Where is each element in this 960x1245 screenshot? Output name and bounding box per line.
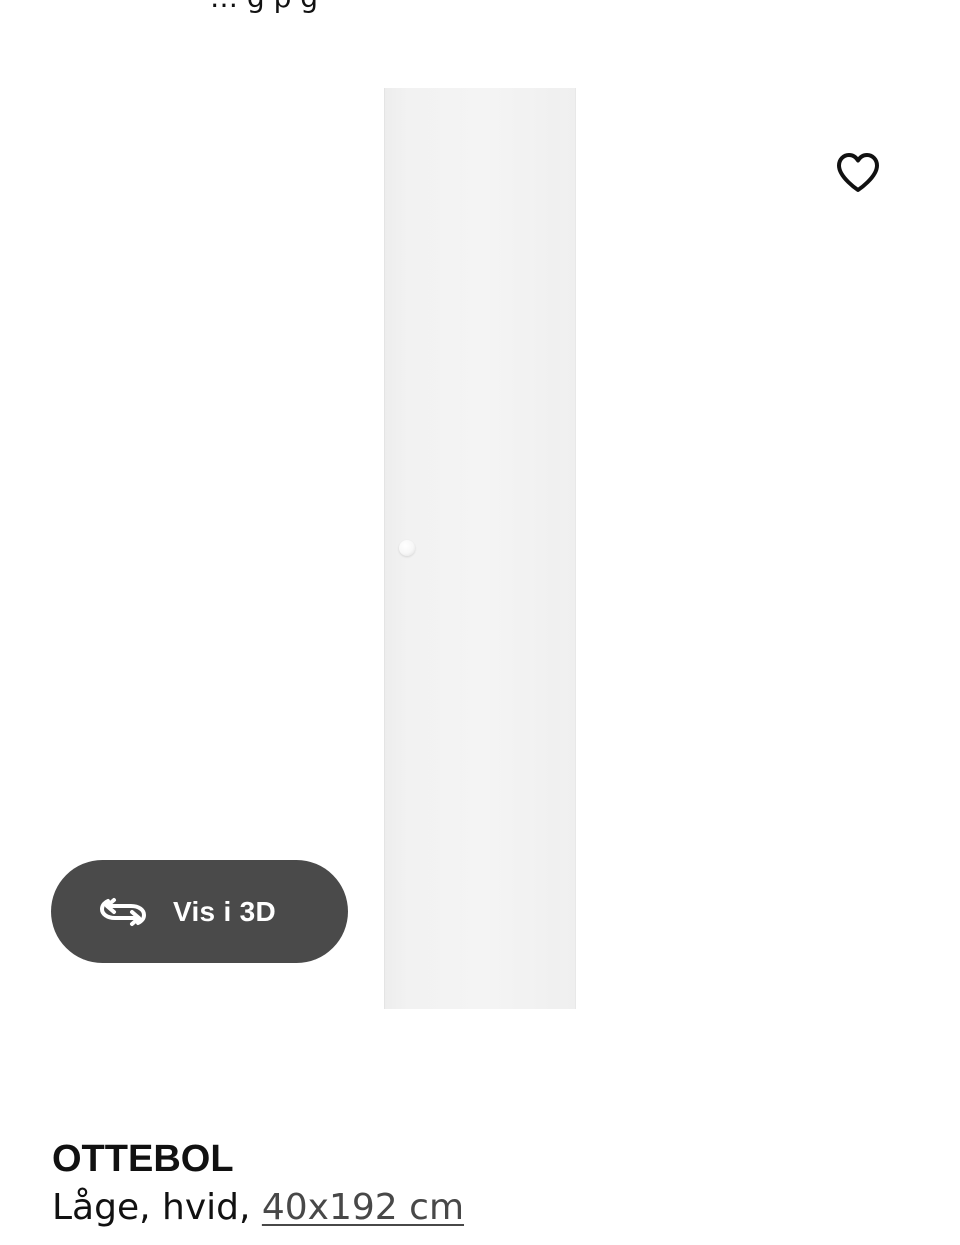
product-size-link[interactable]: 40x192 cm: [262, 1187, 464, 1228]
heart-outline-icon: [837, 153, 879, 192]
product-info: OTTEBOL Låge, hvid, 40x192 cm: [52, 1136, 464, 1234]
product-image[interactable]: [384, 88, 576, 1009]
product-description-line: Låge, hvid, 40x192 cm: [52, 1182, 464, 1234]
rotate-3d-icon: [99, 897, 147, 926]
product-description: Låge, hvid,: [52, 1187, 262, 1228]
product-name: OTTEBOL: [52, 1138, 234, 1180]
favourite-button[interactable]: [828, 144, 888, 200]
view-in-3d-label: Vis i 3D: [173, 895, 277, 927]
partial-header-text: … g p g: [210, 0, 318, 12]
door-knob: [399, 540, 415, 556]
view-in-3d-button[interactable]: Vis i 3D: [51, 860, 348, 963]
